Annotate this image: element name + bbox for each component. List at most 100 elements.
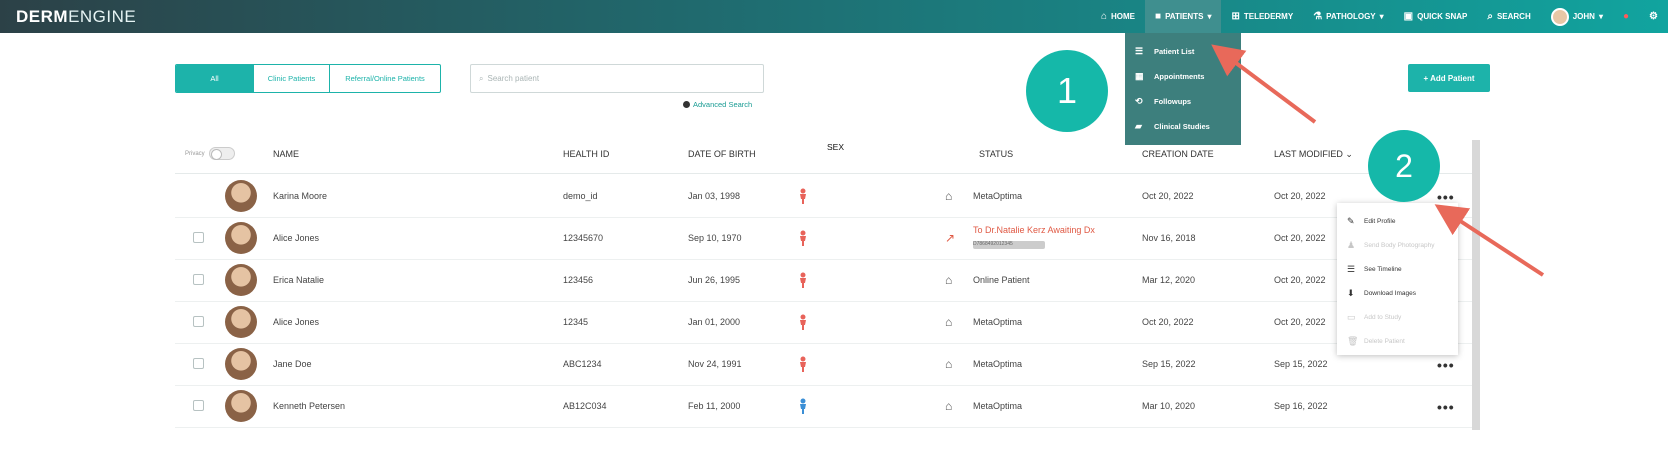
health-id: demo_id [563,191,598,201]
status: MetaOptima [973,191,1023,201]
row-checkbox[interactable] [193,274,204,285]
column-creation-date[interactable]: CREATION DATE [1142,149,1214,159]
clinic-icon: ⌂ [945,273,953,287]
nav-item-john[interactable]: JOHN ▾ [1541,0,1613,33]
status-id-badge: D7868492012345 [973,241,1045,249]
health-id: 12345 [563,317,589,327]
male-icon [800,398,806,414]
nav-item-search[interactable]: ⌕ SEARCH [1477,0,1540,33]
nav-label: TELEDERMY [1243,12,1294,21]
table-row[interactable]: Jane Doe ABC1234 Nov 24, 1991 Sep 15, 2022 S… [175,342,1475,386]
toggle-switch[interactable] [208,147,235,160]
column-last-modified-label: LAST MODIFIED [1274,149,1343,159]
body-icon: ♟ [1347,239,1356,250]
female-icon [800,188,806,204]
nav-item-home[interactable]: ⌂ HOME [1091,0,1145,33]
column-sex[interactable]: SEX [827,142,844,152]
clinic-icon: ⌂ [945,357,953,371]
column-date-of-birth[interactable]: DATE OF BIRTH [688,149,756,159]
nav-item-settings-icon[interactable]: ⚙ [1639,0,1668,33]
menu-item-label: Delete Patient [1364,337,1405,345]
last-modified: Sep 16, 2022 [1274,401,1328,411]
nav-label: PATHOLOGY [1326,12,1376,21]
nav-item-teledermy[interactable]: ⊞ TELEDERMY [1221,0,1303,33]
table-row[interactable]: Karina Moore demo_id Jan 03, 1998 Oct 20, 2… [175,174,1475,218]
dropdown-item-appointments[interactable]: ▦ Appointments [1125,64,1241,89]
dropdown-item-followups[interactable]: ⟲ Followups [1125,89,1241,114]
search-input[interactable]: ⌕ Search patient [470,64,764,93]
nav-item-quick-snap[interactable]: ▣ QUICK SNAP [1394,0,1478,33]
date-of-birth: Jan 01, 2000 [688,317,741,327]
calendar-icon: ▦ [1135,71,1144,81]
referral-arrow-icon: ↗ [945,231,956,245]
menu-item-edit-profile[interactable]: ✎ Edit Profile [1337,209,1458,233]
female-icon [800,314,806,330]
timeline-icon: ☰ [1347,263,1356,274]
avatar [225,222,257,254]
column-name[interactable]: NAME [273,149,299,159]
female-icon [800,230,806,246]
download-icon: ⬇ [1347,287,1355,298]
page-bottom [0,430,1668,467]
creation-date: Oct 20, 2022 [1142,191,1194,201]
table-row[interactable]: Alice Jones 12345 Jan 01, 2000 Oct 20, 2022… [175,300,1475,344]
patient-name[interactable]: Alice Jones [273,317,319,327]
menu-item-add-to-study: ▭ Add to Study [1337,305,1458,329]
nav-item-pathology[interactable]: ⚗ PATHOLOGY ▾ [1303,0,1393,33]
tab-clinic-patients[interactable]: Clinic Patients [254,65,330,92]
table-header: Privacy NAME HEALTH ID DATE OF BIRTH SEX… [175,134,1475,174]
patient-name[interactable]: Alice Jones [273,233,319,243]
notification-icon: ● [1622,11,1630,22]
last-modified: Oct 20, 2022 [1274,275,1326,285]
filter-icon [683,101,690,108]
patient-name[interactable]: Erica Natalie [273,275,324,285]
patient-name[interactable]: Jane Doe [273,359,312,369]
table-row[interactable]: Erica Natalie 123456 Jun 26, 1995 Mar 12, 2… [175,258,1475,302]
row-more-button[interactable]: ••• [1437,399,1455,415]
health-id: 12345670 [563,233,604,243]
row-checkbox[interactable] [193,316,204,327]
patient-name[interactable]: Kenneth Petersen [273,401,345,411]
row-more-button[interactable]: ••• [1437,357,1455,373]
patient-table: Privacy NAME HEALTH ID DATE OF BIRTH SEX… [175,134,1475,430]
settings-icon: ⚙ [1649,11,1658,22]
health-id: ABC1234 [563,359,602,369]
teledermy-icon: ⊞ [1231,11,1240,22]
home-icon: ⌂ [1100,11,1108,22]
advanced-search-link[interactable]: Advanced Search [683,100,752,109]
creation-date: Sep 15, 2022 [1142,359,1196,369]
clinic-icon: ⌂ [945,399,953,413]
last-modified: Oct 20, 2022 [1274,317,1326,327]
nav-item-patients[interactable]: ■ PATIENTS ▾ [1145,0,1222,33]
avatar [225,306,257,338]
status: MetaOptima [973,359,1023,369]
privacy-toggle[interactable]: Privacy [185,147,235,160]
tab-referral-online-patients[interactable]: Referral/Online Patients [330,65,440,92]
column-status[interactable]: STATUS [979,149,1013,159]
table-row[interactable]: Kenneth Petersen AB12C034 Feb 11, 2000 Mar … [175,384,1475,428]
tab-all[interactable]: All [176,65,254,92]
column-health-id[interactable]: HEALTH ID [563,149,609,159]
menu-item-see-timeline[interactable]: ☰ See Timeline [1337,257,1458,281]
status: MetaOptima [973,317,1023,327]
health-id: 123456 [563,275,594,285]
add-patient-button[interactable]: + Add Patient [1408,64,1490,92]
table-row[interactable]: Alice Jones 12345670 Sep 10, 1970 Nov 16, 2… [175,216,1475,260]
status: MetaOptima [973,401,1023,411]
nav-item-notification-icon[interactable]: ● [1613,0,1639,33]
search-icon: ⌕ [1487,11,1493,22]
last-modified: Oct 20, 2022 [1274,233,1326,243]
row-checkbox[interactable] [193,232,204,243]
table-scrollbar[interactable] [1472,140,1480,430]
health-id: AB12C034 [563,401,607,411]
column-last-modified[interactable]: LAST MODIFIED ⌄ [1274,149,1353,160]
dropdown-item-label: Clinical Studies [1154,122,1210,131]
nav-label: SEARCH [1496,12,1531,21]
patient-name[interactable]: Karina Moore [273,191,327,201]
dermengine-logo[interactable]: DERMENGINE [16,7,136,27]
row-checkbox[interactable] [193,358,204,369]
dropdown-item-patient-list[interactable]: ☰ Patient List [1125,39,1241,64]
menu-item-download-images[interactable]: ⬇ Download Images [1337,281,1458,305]
step-marker-2: 2 [1368,130,1440,202]
row-checkbox[interactable] [193,400,204,411]
